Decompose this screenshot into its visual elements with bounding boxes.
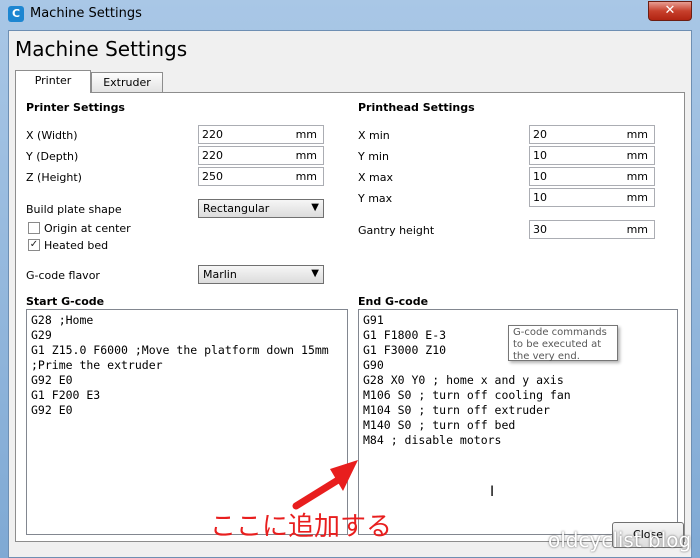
annotation-text: ここに追加する (210, 512, 393, 542)
watermark-text: oldcyclist blog (548, 528, 692, 552)
tab-printer[interactable]: Printer (15, 70, 91, 93)
red-arrow-icon (292, 460, 358, 510)
